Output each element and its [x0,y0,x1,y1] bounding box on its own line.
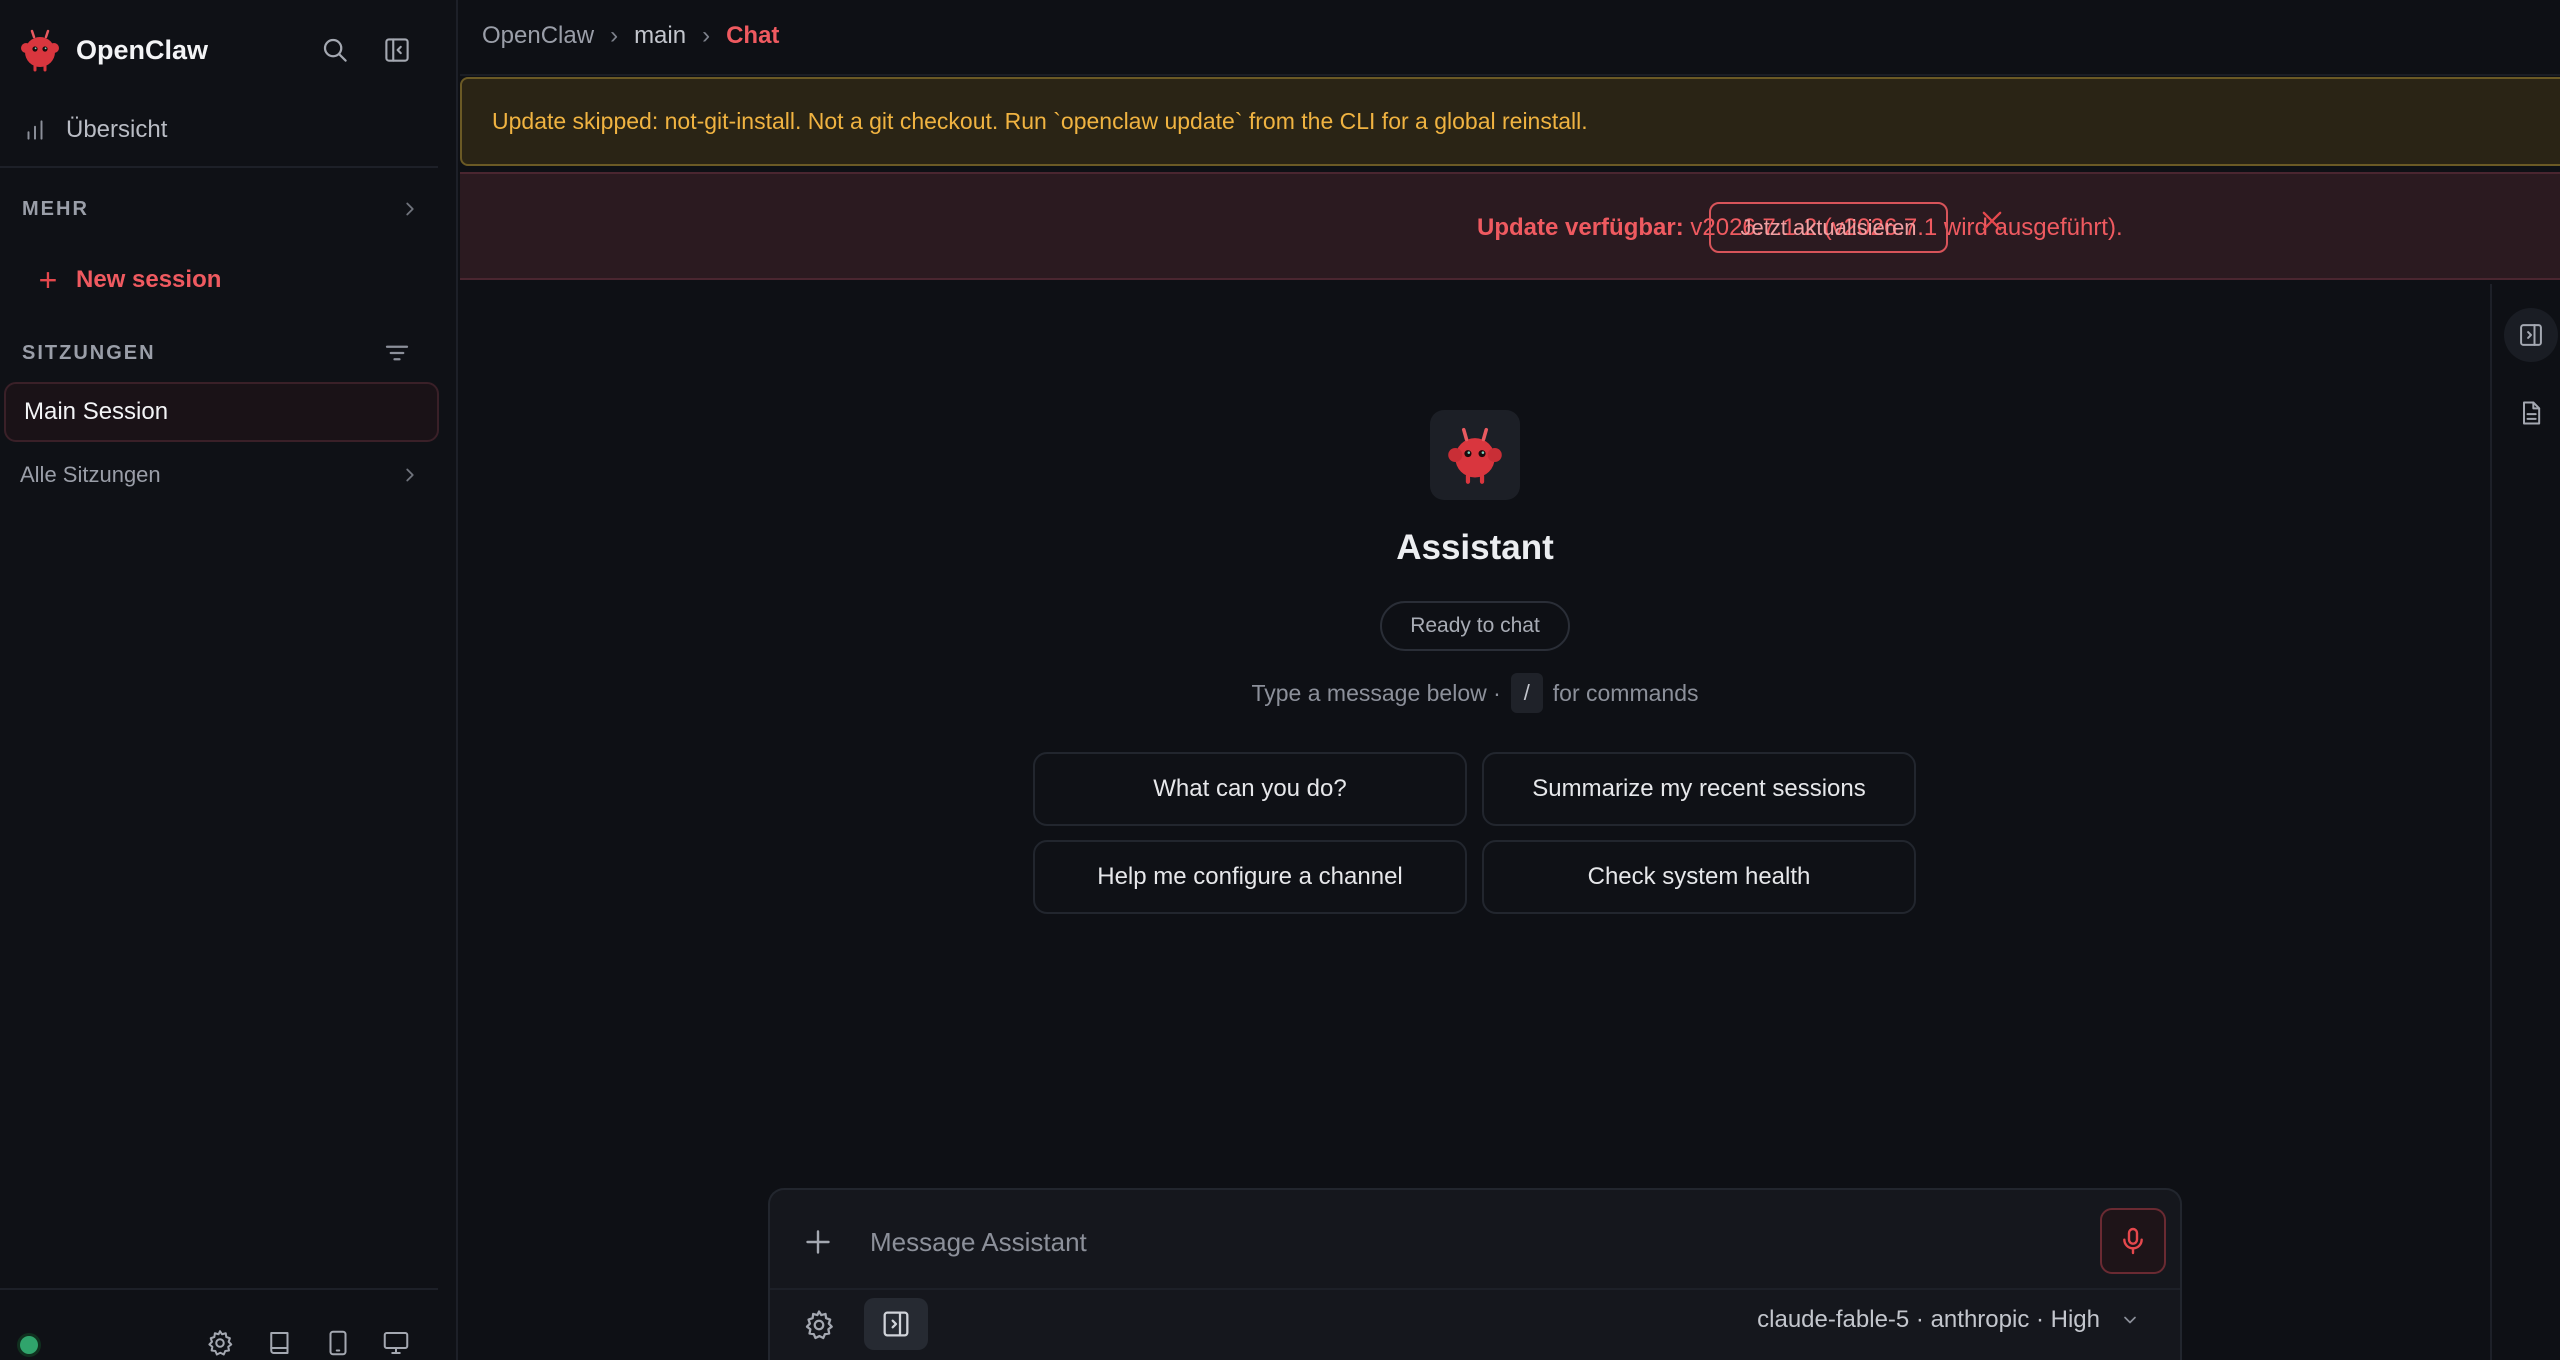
divider [0,1288,438,1290]
update-skipped-warning: Update skipped: not-git-install. Not a g… [460,77,2560,166]
chevron-right-icon [406,468,414,482]
search-button[interactable] [315,30,355,70]
slash-key: / [1510,673,1543,713]
sidebar-collapse-icon [385,38,409,62]
panel-toggle-icon [883,1311,909,1337]
update-now-button[interactable]: Jetzt aktualisieren [1709,202,1948,253]
collapse-sidebar-button[interactable] [377,30,417,70]
model-selector-value: claude-fable-5 · anthropic · High [1757,1306,2100,1333]
settings-icon[interactable] [205,1328,235,1358]
status-badge: Ready to chat [1380,601,1570,651]
suggestion-label: Summarize my recent sessions [1532,775,1866,802]
sidebar-item-label: Übersicht [66,116,168,143]
chevron-down-icon [2124,1316,2136,1324]
book-icon[interactable] [265,1328,295,1358]
search-icon [323,38,347,62]
brand-name: OpenClaw [76,34,209,65]
section-sessions-heading: SITZUNGEN [22,342,156,364]
document-button[interactable] [2504,386,2558,440]
divider [0,166,438,168]
suggestion-button[interactable]: Check system health [1482,840,1916,914]
tablet-icon[interactable] [323,1328,353,1358]
composer-divider [770,1288,2180,1290]
breadcrumb-separator: › [610,22,619,49]
suggestion-button[interactable]: Help me configure a channel [1033,840,1467,914]
openclaw-mascot-icon [1448,427,1502,484]
settings-icon[interactable] [802,1308,836,1342]
message-input[interactable] [870,1220,1870,1264]
model-selector[interactable]: claude-fable-5 · anthropic · High [1757,1306,2140,1334]
update-available-banner: Update verfügbar: v2026.7.1-2 (v2026.7.1… [460,172,2560,280]
document-icon [2523,401,2541,425]
toggle-panel-button[interactable] [864,1298,928,1350]
filter-icon[interactable] [382,338,412,368]
new-session-label: New session [76,266,222,293]
toggle-side-panel-button[interactable] [2504,308,2558,362]
suggestion-label: Check system health [1587,863,1811,890]
header-divider [460,74,2560,76]
bar-chart-icon [27,120,43,140]
all-sessions-link[interactable]: Alle Sitzungen [20,458,420,492]
hint-suffix: for commands [1552,679,1699,706]
app-root: OpenClaw Übersicht MEHR + New session SI… [0,0,2560,1360]
all-sessions-label: Alle Sitzungen [20,462,161,487]
session-item-label: Main Session [24,398,169,425]
update-label: Update verfügbar: [1477,214,1684,241]
brand[interactable]: OpenClaw [18,28,208,72]
section-more-heading[interactable]: MEHR [22,198,89,221]
new-session-button[interactable]: + New session [36,262,222,298]
attach-plus-icon[interactable] [800,1224,836,1260]
monitor-icon[interactable] [381,1328,411,1358]
openclaw-logo-icon [21,29,59,72]
suggestion-button[interactable]: What can you do? [1033,752,1467,826]
voice-input-button[interactable] [2100,1208,2166,1274]
warning-text: Update skipped: not-git-install. Not a g… [492,108,1588,134]
connection-status-dot [20,1336,38,1354]
suggestion-button[interactable]: Summarize my recent sessions [1482,752,1916,826]
plus-icon: + [38,262,58,298]
sidebar-item-overview[interactable]: Übersicht [22,110,167,150]
breadcrumb-current-page: Chat [726,22,780,49]
assistant-avatar [1430,410,1520,500]
chevron-right-icon[interactable] [399,198,421,220]
session-item-main[interactable]: Main Session [4,382,439,442]
breadcrumb: OpenClaw › main › Chat [482,22,779,50]
sidebar: OpenClaw Übersicht MEHR + New session SI… [0,0,458,1360]
command-hint: Type a message below · / for commands [1175,673,1775,713]
suggestion-label: Help me configure a channel [1097,863,1403,890]
breadcrumb-separator: › [702,22,711,49]
close-icon[interactable] [1978,207,2006,235]
microphone-icon [2123,1227,2143,1255]
update-now-label: Jetzt aktualisieren [1740,214,1917,240]
suggestion-label: What can you do? [1153,775,1347,802]
status-badge-label: Ready to chat [1410,614,1540,637]
assistant-title: Assistant [1396,528,1554,567]
hint-prefix: Type a message below · [1251,679,1501,706]
breadcrumb-agent[interactable]: main [634,22,686,50]
message-composer: claude-fable-5 · anthropic · High [768,1188,2182,1360]
breadcrumb-root[interactable]: OpenClaw [482,22,594,50]
panel-toggle-icon [2520,324,2542,346]
right-rail [2490,284,2560,1360]
